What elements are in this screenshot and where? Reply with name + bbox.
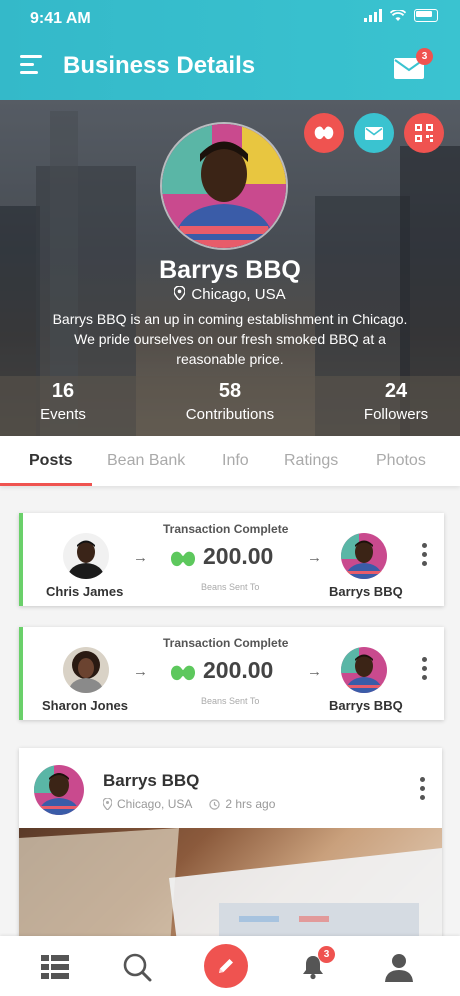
signal-icon [364, 9, 382, 22]
bean-icon [314, 126, 334, 140]
arrow-right-icon: → [133, 663, 148, 680]
stat-label: Followers [363, 406, 429, 423]
arrow-right-icon: → [307, 549, 322, 566]
arrow-right-icon: → [133, 549, 148, 566]
status-icons [364, 9, 438, 22]
location-pin-icon [173, 285, 187, 301]
battery-icon [414, 9, 438, 22]
tab-ratings[interactable]: Ratings [284, 452, 338, 470]
stat-value: 16 [51, 380, 75, 402]
post-location: Chicago, USA [117, 797, 193, 811]
post-meta: Chicago, USA 2 hrs ago [103, 797, 275, 811]
wifi-icon [390, 9, 406, 21]
nav-notifications[interactable]: 3 [296, 946, 335, 984]
page-title: Business Details [63, 52, 256, 79]
stat-events[interactable]: 16 Events [20, 380, 106, 423]
mail-icon [365, 126, 383, 140]
pencil-icon [219, 959, 233, 973]
location-pin-icon [103, 798, 112, 810]
user-icon [385, 954, 413, 982]
search-icon [123, 953, 152, 982]
message-button[interactable] [354, 113, 394, 153]
business-location: Chicago, USA [0, 285, 460, 303]
sender-name: Chris James [46, 584, 124, 599]
more-options-icon[interactable] [422, 543, 428, 570]
transaction-status: Transaction Complete [163, 636, 289, 650]
sender-avatar [63, 533, 109, 579]
arrow-right-icon: → [307, 663, 322, 680]
donate-button[interactable] [304, 113, 344, 153]
menu-icon[interactable] [20, 55, 42, 79]
nav-feed[interactable] [38, 950, 72, 984]
sender-avatar [63, 647, 109, 693]
tab-bean-bank[interactable]: Bean Bank [107, 452, 185, 470]
stat-contributions[interactable]: 58 Contributions [166, 380, 294, 423]
bean-icon [170, 665, 196, 681]
recipient-name: Barrys BBQ [329, 698, 403, 713]
list-icon [41, 955, 69, 979]
more-options-icon[interactable] [422, 657, 428, 684]
inbox-button[interactable]: 3 [394, 48, 433, 80]
nav-profile[interactable] [382, 950, 416, 984]
recipient-avatar [341, 533, 387, 579]
tab-info[interactable]: Info [222, 452, 249, 470]
profile-tabs: Posts Bean Bank Info Ratings Photos [0, 436, 460, 486]
sender-name: Sharon Jones [42, 698, 128, 713]
business-name: Barrys BBQ [159, 256, 301, 284]
transaction-card[interactable]: Transaction Complete Sharon Jones → 200.… [19, 627, 444, 720]
stat-value: 58 [218, 380, 242, 402]
app-header: 9:41 AM Business Details 3 [0, 0, 460, 100]
post-image[interactable] [19, 828, 442, 948]
bottom-navigation: 3 [0, 936, 460, 996]
bean-icon [170, 551, 196, 567]
stat-value: 24 [384, 380, 408, 402]
stat-followers[interactable]: 24 Followers [348, 380, 444, 423]
clock-icon [209, 798, 221, 810]
transaction-subtext: Beans Sent To [201, 582, 260, 592]
stat-label: Events [40, 406, 86, 423]
business-location-text: Chicago, USA [191, 286, 286, 303]
recipient-name: Barrys BBQ [329, 584, 403, 599]
stat-label: Contributions [185, 406, 275, 423]
transaction-status: Transaction Complete [163, 522, 289, 536]
qr-code-icon [415, 124, 433, 142]
active-tab-indicator [0, 483, 92, 486]
status-time: 9:41 AM [30, 10, 91, 27]
more-options-icon[interactable] [420, 777, 426, 804]
business-avatar [160, 122, 288, 250]
qr-code-button[interactable] [404, 113, 444, 153]
business-description: Barrys BBQ is an up in coming establishm… [52, 311, 408, 367]
post-time: 2 hrs ago [225, 797, 276, 811]
nav-search[interactable] [120, 950, 154, 984]
transaction-amount: 200.00 [203, 657, 274, 683]
post-card[interactable]: Barrys BBQ Chicago, USA 2 hrs ago [19, 748, 442, 948]
post-author-name: Barrys BBQ [103, 771, 200, 790]
profile-hero: Barrys BBQ Chicago, USA Barrys BBQ is an… [0, 100, 460, 436]
transaction-card[interactable]: Transaction Complete Chris James → 200.0… [19, 513, 444, 606]
mail-badge: 3 [416, 48, 433, 65]
create-post-button[interactable] [204, 944, 248, 988]
tab-photos[interactable]: Photos [376, 452, 426, 470]
notifications-badge: 3 [318, 946, 335, 963]
tab-posts[interactable]: Posts [29, 452, 73, 470]
transaction-amount: 200.00 [203, 543, 274, 569]
transaction-subtext: Beans Sent To [201, 696, 260, 706]
recipient-avatar [341, 647, 387, 693]
post-author-avatar [34, 765, 84, 815]
